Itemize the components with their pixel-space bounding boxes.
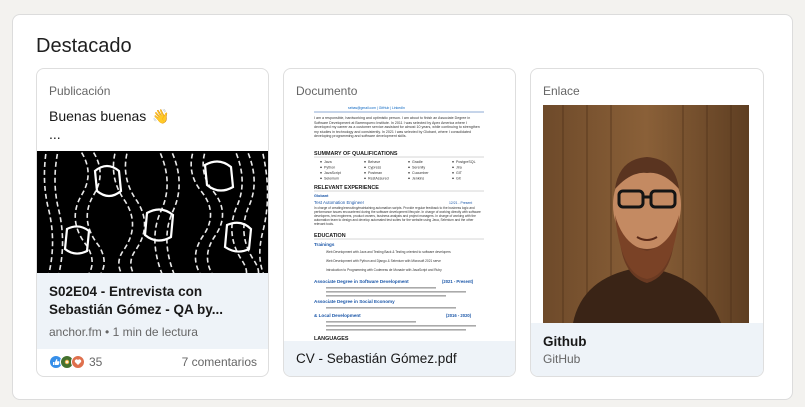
cv-skill-bullet (364, 177, 366, 180)
love-icon (71, 355, 85, 369)
post-text: Buenas buenas 👋 (49, 106, 170, 126)
waving-hand-icon: 👋 (152, 108, 170, 124)
cv-skill: RestAssured (368, 177, 389, 181)
link-footer[interactable]: Github GitHub (531, 323, 763, 376)
podcast-link-title[interactable]: S02E04 - Entrevista con Sebastián Gómez … (49, 283, 259, 319)
cv-training-1: Web Development with Java and Testing Ba… (326, 250, 451, 254)
cv-degree-1: Associate Degree in Software Development (314, 279, 409, 284)
cv-skill-bullet (364, 172, 366, 174)
cv-skill-bullet (364, 161, 366, 163)
cv-skill-bullet (320, 172, 322, 174)
post-text-content: Buenas buenas (49, 108, 147, 124)
cv-degree-2: Associate Degree in Social Economy (314, 299, 395, 304)
cv-training-2: Web Development with Python and Django &… (326, 259, 441, 263)
card-type-label: Documento (296, 84, 358, 98)
section-title: Destacado (36, 35, 132, 57)
cv-skill-bullet (452, 161, 454, 163)
cv-trainings: Trainings (314, 242, 335, 247)
cv-training-3: Introduction to Programming with Codenes… (326, 268, 442, 272)
cv-skill-bullet (408, 172, 410, 174)
podcast-artwork (37, 151, 268, 273)
cv-degree-3-date: (2016 - 2020) (446, 313, 472, 318)
cv-skill: JavaScript (324, 171, 341, 175)
cv-skill-bullet (320, 166, 322, 169)
card-type-label: Enlace (543, 84, 580, 98)
podcast-link-meta: anchor.fm • 1 min de lectura (49, 325, 198, 339)
cv-skill: GIT (456, 171, 463, 175)
cv-heading-education: EDUCATION (314, 233, 346, 239)
cv-skill-bullet (452, 166, 454, 169)
cv-skill-bullet (452, 172, 454, 174)
cv-company: Globant (314, 194, 329, 198)
featured-card-post[interactable]: Publicación Buenas buenas 👋 ... S02E04 -… (36, 68, 269, 377)
cv-skill-bullet (408, 161, 410, 163)
cv-role: Test Automation Engineer (314, 200, 365, 205)
cv-skill: Jira (456, 166, 462, 170)
cv-role-date: 12/21 - Present (449, 201, 472, 205)
cv-skill: Git (456, 177, 461, 181)
document-title[interactable]: CV - Sebastián Gómez.pdf (296, 351, 457, 366)
cv-skill-bullet (320, 177, 322, 180)
cv-skill-bullet (452, 177, 454, 180)
document-preview[interactable]: sebas@gmail.com | GitHub | LinkedIn I am… (284, 105, 515, 342)
cv-degree-3: & Local Development (314, 313, 361, 318)
featured-section: Destacado Publicación Buenas buenas 👋 ..… (12, 14, 793, 400)
cv-skill-bullet (408, 177, 410, 180)
comments-count[interactable]: 7 comentarios (182, 355, 257, 369)
cv-summary: I am a responsible, hardworking and opti… (314, 116, 480, 139)
cv-experience-text: In charge of creating/executing/maintain… (314, 206, 481, 226)
link-title[interactable]: Github (543, 334, 587, 349)
cv-contact: sebas@gmail.com | GitHub | LinkedIn (348, 106, 405, 110)
cv-skill: Gradle (412, 160, 423, 164)
cv-skill: Cucumber (412, 171, 429, 175)
cv-skill-bullet (408, 166, 410, 169)
cv-skill: Jenkins (412, 177, 424, 181)
cv-skill: Java (324, 160, 332, 164)
cv-skill-bullet (364, 166, 366, 169)
cv-skill: Postman (368, 171, 382, 175)
link-subtitle: GitHub (543, 352, 581, 366)
profile-photo (543, 105, 749, 323)
cv-skill: Selenium (324, 177, 339, 181)
document-footer[interactable]: CV - Sebastián Gómez.pdf (284, 341, 515, 376)
cv-skill: Serenity (412, 166, 425, 170)
link-image[interactable] (543, 105, 749, 323)
podcast-link-footer[interactable]: S02E04 - Entrevista con Sebastián Gómez … (37, 273, 268, 349)
reaction-count: 35 (89, 355, 103, 369)
cv-degree-1-date: (2021 - Present) (442, 279, 474, 284)
cv-skill: Python (324, 166, 335, 170)
card-type-label: Publicación (49, 84, 111, 98)
cv-page-preview: sebas@gmail.com | GitHub | LinkedIn I am… (284, 105, 515, 342)
cv-skill: PostgreSQL (456, 160, 476, 164)
reactions-summary[interactable]: 35 (49, 354, 102, 370)
cv-skill-bullet (320, 161, 322, 163)
post-ellipsis: ... (49, 126, 61, 142)
cv-skill: Cypress (368, 166, 381, 170)
cv-skill: Behave (368, 160, 380, 164)
featured-card-link[interactable]: Enlace Github GitHub (530, 68, 764, 377)
cv-heading-qualifications: SUMMARY OF QUALIFICATIONS (314, 151, 398, 157)
podcast-thumbnail[interactable] (37, 151, 268, 273)
cv-heading-experience: RELEVANT EXPERIENCE (314, 185, 379, 191)
featured-card-document[interactable]: Documento sebas@gmail.com | GitHub | Lin… (283, 68, 516, 377)
